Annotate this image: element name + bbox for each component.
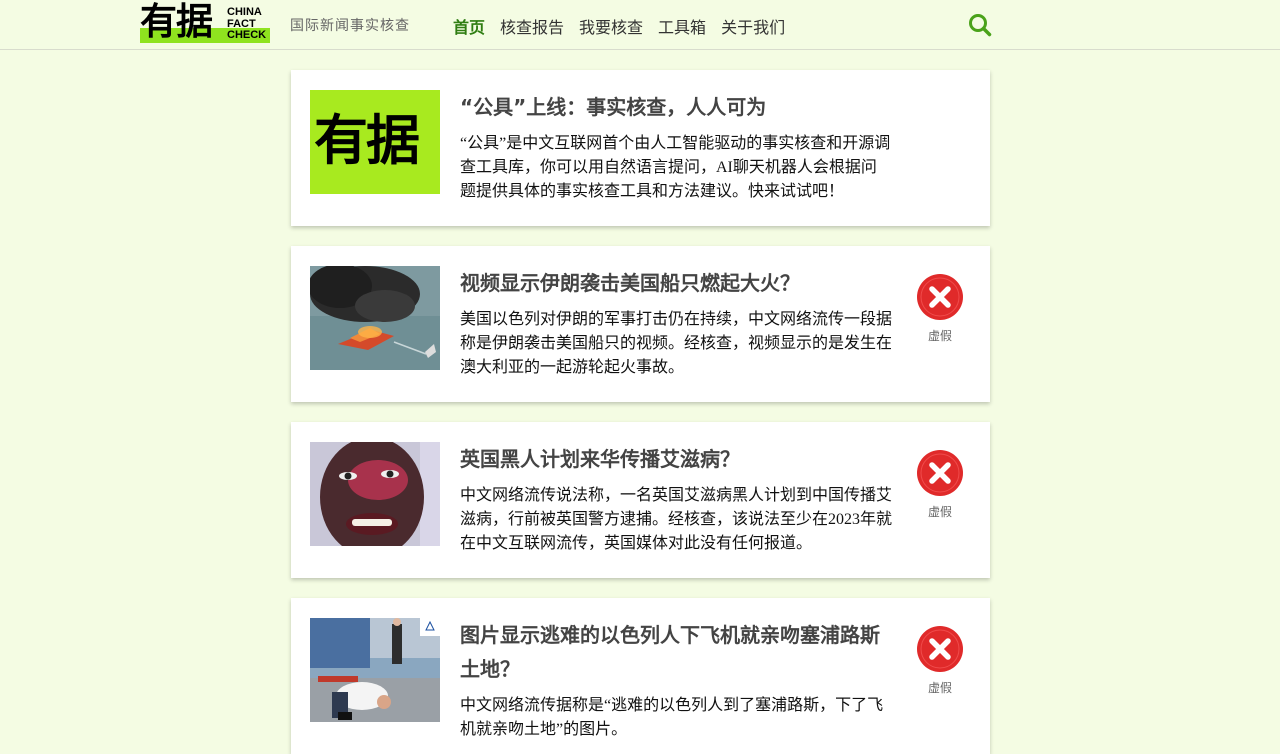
verdict-badge: 虚假 xyxy=(916,449,964,520)
nav-item-reports[interactable]: 核查报告 xyxy=(500,14,564,38)
airport-kneeling-image xyxy=(310,618,440,722)
nav-item-home[interactable]: 首页 xyxy=(453,14,485,38)
article-card[interactable]: 英国黑人计划来华传播艾滋病？ 中文网络流传说法称，一名英国艾滋病黑人计划到中国传… xyxy=(291,422,990,578)
article-card[interactable]: 有据 “公具”上线：事实核查，人人可为 “公具”是中文互联网首个由人工智能驱动的… xyxy=(291,70,990,226)
false-x-icon xyxy=(917,450,963,496)
article-summary: 中文网络流传据称是“逃难的以色列人到了塞浦路斯，下了飞机就亲吻土地”的图片。 xyxy=(460,697,884,738)
false-x-icon xyxy=(917,274,963,320)
article-thumbnail[interactable] xyxy=(310,442,440,546)
main-nav: 首页 核查报告 我要核查 工具箱 关于我们 xyxy=(453,14,785,38)
article-card[interactable]: 图片显示逃难的以色列人下飞机就亲吻塞浦路斯土地？ 中文网络流传据称是“逃难的以色… xyxy=(291,598,990,754)
verdict-label: 虚假 xyxy=(927,681,952,695)
nav-item-toolbox[interactable]: 工具箱 xyxy=(658,14,706,38)
article-thumbnail[interactable] xyxy=(310,266,440,370)
article-summary: “公具”是中文互联网首个由人工智能驱动的事实核查和开源调查工具库，你可以用自然语… xyxy=(460,135,891,200)
person-face-image xyxy=(310,442,440,546)
burning-ship-image xyxy=(310,266,440,370)
verdict-label: 虚假 xyxy=(927,505,952,519)
site-logo[interactable]: 有据 CHINA FACT CHECK xyxy=(140,2,270,43)
site-tagline: 国际新闻事实核查 xyxy=(290,18,410,34)
article-thumbnail[interactable] xyxy=(310,618,440,722)
article-title[interactable]: 视频显示伊朗袭击美国船只燃起大火？ xyxy=(460,266,895,300)
thumbnail-logo-text: 有据 xyxy=(314,109,420,172)
article-title[interactable]: “公具”上线：事实核查，人人可为 xyxy=(460,90,895,124)
article-summary: 中文网络流传说法称，一名英国艾滋病黑人计划到中国传播艾滋病，行前被英国警方逮捕。… xyxy=(460,487,893,552)
nav-item-submit-check[interactable]: 我要核查 xyxy=(579,14,643,38)
logo-chinese-text: 有据 xyxy=(140,0,213,43)
verdict-label: 虚假 xyxy=(927,329,952,343)
article-thumbnail[interactable]: 有据 xyxy=(310,90,440,194)
false-x-icon xyxy=(917,626,963,672)
article-title[interactable]: 图片显示逃难的以色列人下飞机就亲吻塞浦路斯土地？ xyxy=(460,618,895,686)
article-title[interactable]: 英国黑人计划来华传播艾滋病？ xyxy=(460,442,895,476)
verdict-badge: 虚假 xyxy=(916,273,964,344)
logo-english-text: CHINA FACT CHECK xyxy=(227,6,267,41)
search-icon[interactable] xyxy=(968,13,992,37)
nav-item-about[interactable]: 关于我们 xyxy=(721,14,785,38)
site-header: 有据 CHINA FACT CHECK 国际新闻事实核查 首页 核查报告 我要核… xyxy=(0,0,1280,50)
verdict-badge: 虚假 xyxy=(916,625,964,696)
article-summary: 美国以色列对伊朗的军事打击仍在持续，中文网络流传一段据称是伊朗袭击美国船只的视频… xyxy=(460,311,893,376)
article-card[interactable]: 视频显示伊朗袭击美国船只燃起大火？ 美国以色列对伊朗的军事打击仍在持续，中文网络… xyxy=(291,246,990,402)
